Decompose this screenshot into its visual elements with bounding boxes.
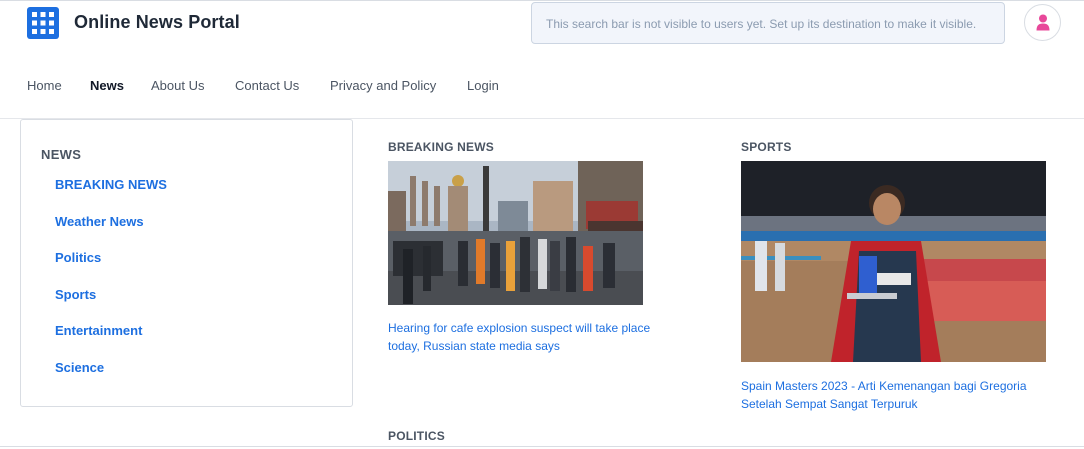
search-notice-text: This search bar is not visible to users … bbox=[546, 17, 977, 31]
nav-item-login[interactable]: Login bbox=[467, 78, 499, 93]
category-politics[interactable]: Politics bbox=[55, 250, 101, 265]
category-weather-news[interactable]: Weather News bbox=[55, 214, 144, 229]
category-science[interactable]: Science bbox=[55, 360, 104, 375]
headline-breaking-news[interactable]: Hearing for cafe explosion suspect will … bbox=[388, 319, 678, 355]
category-sports[interactable]: Sports bbox=[55, 287, 96, 302]
category-entertainment[interactable]: Entertainment bbox=[55, 323, 142, 338]
category-breaking-news[interactable]: BREAKING NEWS bbox=[55, 177, 167, 192]
section-label-breaking-news: BREAKING NEWS bbox=[388, 140, 494, 154]
nav-item-news[interactable]: News bbox=[90, 78, 124, 93]
user-icon bbox=[1036, 14, 1050, 31]
main-nav: Home News About Us Contact Us Privacy an… bbox=[0, 70, 1084, 100]
section-label-politics: POLITICS bbox=[388, 429, 445, 443]
headline-sports[interactable]: Spain Masters 2023 - Arti Kemenangan bag… bbox=[741, 377, 1056, 413]
bottom-border bbox=[0, 446, 1084, 447]
header: Online News Portal This search bar is no… bbox=[0, 0, 1084, 54]
nav-item-about-us[interactable]: About Us bbox=[151, 78, 204, 93]
nav-item-privacy-policy[interactable]: Privacy and Policy bbox=[330, 78, 436, 93]
user-avatar-button[interactable] bbox=[1024, 4, 1061, 41]
grid-logo-icon[interactable] bbox=[27, 7, 59, 39]
news-category-panel: NEWS BREAKING NEWS Weather News Politics… bbox=[20, 119, 353, 407]
category-panel-title: NEWS bbox=[41, 147, 82, 162]
nav-item-home[interactable]: Home bbox=[27, 78, 62, 93]
street-scene-emergency-image[interactable] bbox=[388, 161, 643, 305]
site-title[interactable]: Online News Portal bbox=[74, 12, 240, 33]
section-label-sports: SPORTS bbox=[741, 140, 792, 154]
search-bar-notice: This search bar is not visible to users … bbox=[531, 2, 1005, 44]
athlete-with-trophy-image[interactable] bbox=[741, 161, 1046, 362]
nav-item-contact-us[interactable]: Contact Us bbox=[235, 78, 299, 93]
